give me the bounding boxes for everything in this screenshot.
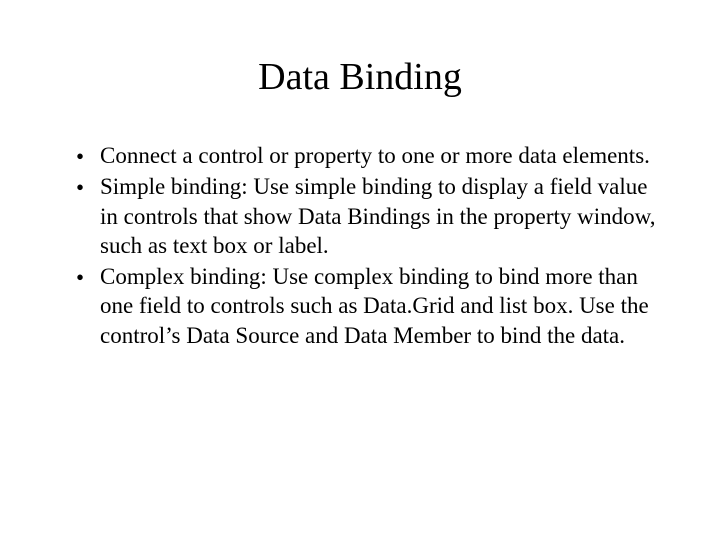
list-item: • Simple binding: Use simple binding to … [76,172,660,260]
bullet-icon: • [76,172,100,202]
bullet-icon: • [76,141,100,171]
list-item: • Complex binding: Use complex binding t… [76,262,660,350]
bullet-text: Complex binding: Use complex binding to … [100,262,660,350]
bullet-text: Connect a control or property to one or … [100,141,660,170]
bullet-icon: • [76,262,100,292]
bullet-text: Simple binding: Use simple binding to di… [100,172,660,260]
slide: Data Binding • Connect a control or prop… [0,0,720,540]
slide-content: • Connect a control or property to one o… [60,141,660,350]
slide-title: Data Binding [60,55,660,99]
list-item: • Connect a control or property to one o… [76,141,660,171]
